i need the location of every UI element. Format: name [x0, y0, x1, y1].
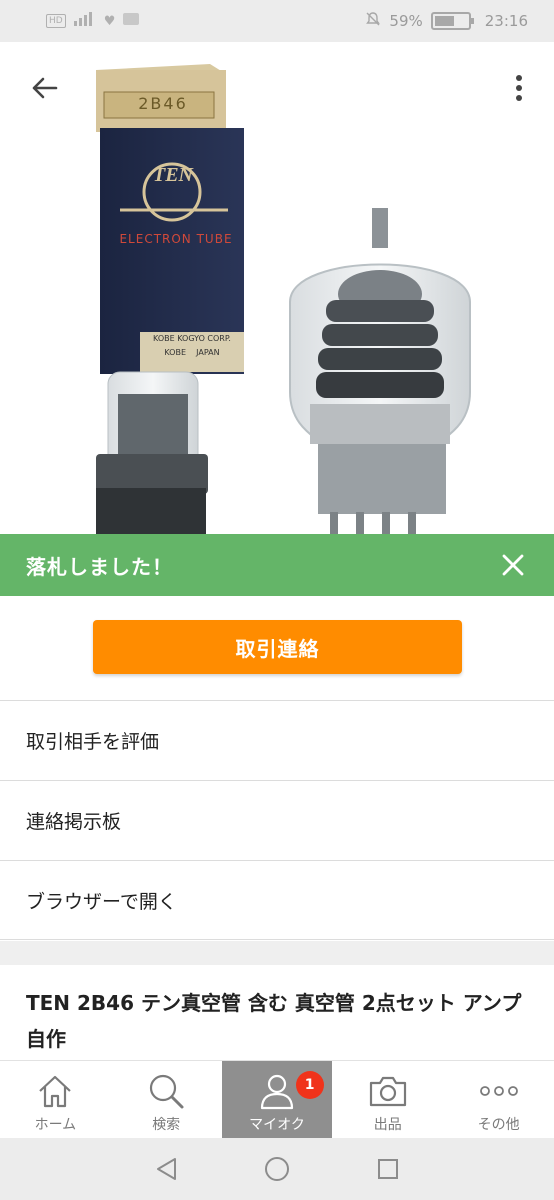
system-navigation-bar — [0, 1138, 554, 1200]
bottom-navigation: ホーム 検索 マイオク 1 出品 その他 — [0, 1060, 554, 1139]
system-recents-button[interactable] — [368, 1149, 408, 1189]
box-model-label: 2B46 — [138, 94, 188, 113]
battery-level — [434, 16, 454, 26]
circle-home-icon — [264, 1157, 289, 1181]
nav-my-auction[interactable]: マイオク 1 — [221, 1061, 333, 1139]
message-board-item[interactable]: 連絡掲示板 — [0, 780, 554, 860]
box-origin-label: KOBE JAPAN — [164, 348, 220, 357]
close-icon — [502, 554, 524, 576]
home-icon — [35, 1071, 75, 1111]
back-button[interactable] — [20, 64, 68, 112]
vertical-dots-icon — [516, 75, 522, 101]
nav-sell-label: 出品 — [373, 1117, 402, 1133]
square-recents-icon — [378, 1159, 399, 1179]
rate-partner-item[interactable]: 取引相手を評価 — [0, 700, 554, 780]
mute-bell-icon — [365, 11, 381, 31]
nav-home[interactable]: ホーム — [0, 1061, 111, 1139]
action-menu-list: 取引相手を評価 連絡掲示板 ブラウザーで開く — [0, 700, 554, 940]
status-bar: HD ♥ 59% 23:16 — [0, 0, 554, 42]
box-subtitle-label: ELECTRON TUBE — [119, 232, 233, 246]
box-maker-label: KOBE KOGYO CORP. — [153, 334, 231, 343]
person-icon — [257, 1071, 297, 1111]
clock: 23:16 — [484, 12, 528, 30]
arrow-left-icon — [32, 77, 58, 99]
nav-more[interactable]: その他 — [443, 1061, 554, 1139]
triangle-back-icon — [156, 1158, 176, 1180]
more-dots-icon — [479, 1071, 519, 1111]
item-title: TEN 2B46 テン真空管 含む 真空管 2点セット アンプ 自作 — [26, 991, 522, 1051]
camera-icon — [368, 1071, 408, 1111]
nav-sell[interactable]: 出品 — [332, 1061, 443, 1139]
heart-icon: ♥ — [103, 13, 116, 29]
nav-search-label: 検索 — [152, 1117, 181, 1133]
status-left: HD ♥ — [46, 12, 140, 30]
nav-my-auction-label: マイオク — [249, 1117, 305, 1133]
signal-icon — [73, 12, 96, 30]
product-photo-illustration — [0, 42, 554, 534]
nav-home-label: ホーム — [34, 1117, 77, 1133]
close-notification-button[interactable] — [498, 550, 528, 580]
won-notification-banner: 落札しました！ — [0, 534, 554, 596]
primary-action-area: 取引連絡 — [0, 596, 554, 700]
status-right: 59% 23:16 — [365, 11, 528, 31]
battery-percent: 59% — [389, 12, 423, 30]
box-brand-label: TEN — [153, 164, 193, 186]
search-icon — [146, 1071, 186, 1111]
battery-icon — [430, 12, 474, 30]
nav-more-label: その他 — [477, 1117, 520, 1133]
product-image[interactable]: TEN 2B46 ELECTRON TUBE KOBE KOGYO CORP. … — [0, 42, 554, 534]
transaction-contact-button[interactable]: 取引連絡 — [93, 620, 462, 674]
hd-icon: HD — [46, 14, 66, 28]
won-notification-text: 落札しました！ — [26, 554, 173, 579]
nav-search[interactable]: 検索 — [111, 1061, 222, 1139]
more-options-button[interactable] — [502, 64, 536, 112]
section-divider — [0, 941, 554, 965]
open-in-browser-item[interactable]: ブラウザーで開く — [0, 860, 554, 940]
app-notification-icon — [123, 13, 140, 29]
notification-badge: 1 — [295, 1071, 324, 1099]
system-back-button[interactable] — [146, 1149, 186, 1189]
system-home-button[interactable] — [257, 1149, 297, 1189]
